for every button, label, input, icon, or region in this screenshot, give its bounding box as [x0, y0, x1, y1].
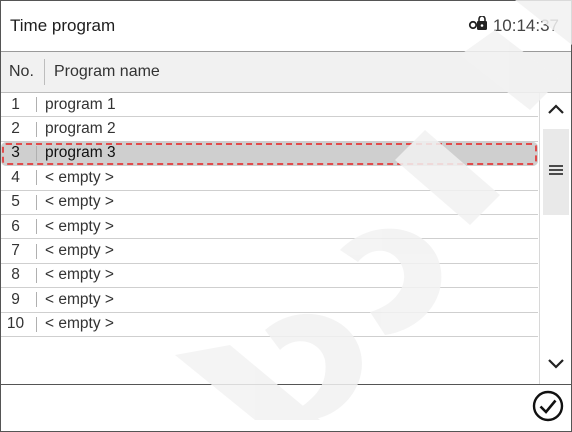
program-row[interactable]: 6 < empty > — [1, 215, 538, 240]
scroll-thumb[interactable] — [543, 129, 569, 215]
column-header: No. Program name — [1, 52, 571, 93]
program-row-number: 2 — [11, 120, 20, 138]
program-row[interactable]: 8 < empty > — [1, 264, 538, 289]
scroll-down-button[interactable] — [540, 348, 571, 384]
grip-lines-icon — [548, 163, 564, 181]
program-row-name: < empty > — [45, 315, 114, 333]
program-row-number: 6 — [11, 217, 20, 235]
column-divider — [36, 267, 37, 283]
program-row[interactable]: 3 program 3 — [1, 141, 538, 167]
program-row-name: < empty > — [45, 193, 114, 211]
program-row-name: program 2 — [45, 120, 116, 138]
program-row[interactable]: 4 < empty > — [1, 166, 538, 191]
column-header-no: No. — [1, 59, 45, 85]
chevron-down-icon — [547, 357, 565, 375]
column-divider — [36, 97, 37, 113]
program-row[interactable]: 9 < empty > — [1, 288, 538, 313]
program-row[interactable]: 1 program 1 — [1, 93, 538, 118]
page-title: Time program — [10, 16, 116, 35]
program-row-name: < empty > — [45, 290, 114, 308]
column-divider — [36, 316, 37, 332]
column-divider — [36, 170, 37, 186]
confirm-button[interactable] — [531, 390, 565, 427]
time-program-screen: Time program 10:14:37 No. Program name 1… — [0, 0, 572, 432]
program-row-number: 4 — [11, 168, 20, 186]
program-row[interactable]: 10 < empty > — [1, 313, 538, 337]
clock-time: 10:14:37 — [492, 16, 559, 35]
column-divider — [36, 243, 37, 259]
column-divider — [36, 292, 37, 308]
program-list: 1 program 1 2 program 2 3 program 3 4 < empty >… — [1, 93, 538, 337]
program-row-number: 9 — [11, 290, 20, 308]
scroll-up-button[interactable] — [540, 93, 571, 129]
column-divider — [36, 194, 37, 210]
program-row-number: 5 — [11, 193, 20, 211]
program-row-name: < empty > — [45, 168, 114, 186]
title-bar: Time program 10:14:37 — [1, 1, 571, 52]
column-divider — [36, 219, 37, 235]
program-row-number: 10 — [6, 315, 25, 333]
program-row-name: < empty > — [45, 217, 114, 235]
column-divider — [36, 121, 37, 137]
column-divider — [36, 145, 37, 161]
program-row[interactable]: 5 < empty > — [1, 191, 538, 215]
program-row[interactable]: 7 < empty > — [1, 239, 538, 264]
program-row-name: < empty > — [45, 266, 114, 284]
program-row-number: 8 — [11, 266, 20, 284]
program-row-name: program 3 — [45, 144, 116, 162]
padlock-key-icon — [468, 14, 493, 37]
chevron-up-icon — [547, 102, 565, 120]
checkmark-circle-icon — [532, 390, 564, 427]
program-row-name: < empty > — [45, 242, 114, 260]
program-row-name: program 1 — [45, 95, 116, 113]
footer-bar — [1, 384, 571, 431]
column-header-name: Program name — [54, 63, 160, 80]
program-row-number: 3 — [11, 144, 20, 162]
program-row-number: 7 — [11, 242, 20, 260]
program-row[interactable]: 2 program 2 — [1, 117, 538, 142]
scrollbar[interactable] — [539, 93, 571, 384]
program-row-number: 1 — [11, 95, 20, 113]
clock: 10:14:37 — [468, 14, 571, 37]
